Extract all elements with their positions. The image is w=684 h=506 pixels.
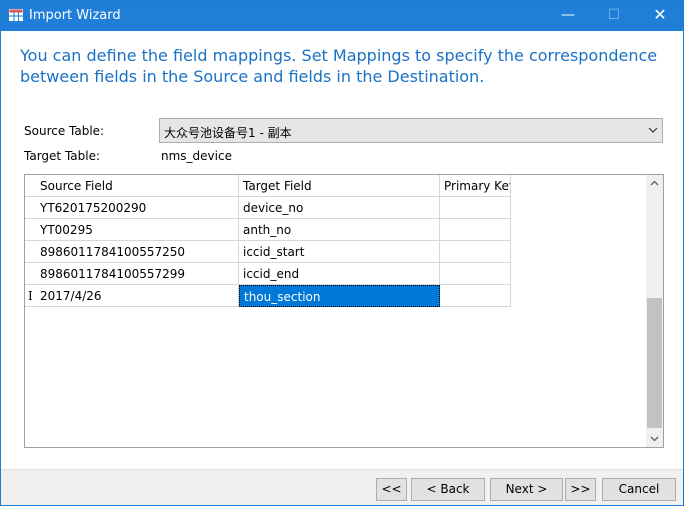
window-title: Import Wizard [29, 8, 121, 23]
source-field-cell[interactable]: 8986011784100557299 [36, 263, 239, 285]
target-field-cell[interactable]: device_no [239, 197, 440, 219]
source-table-value: 大众号池设备号1 - 副本 [164, 126, 292, 140]
table-row[interactable]: YT00295 anth_no [25, 219, 511, 241]
source-field-cell[interactable]: YT00295 [36, 219, 239, 241]
primary-key-cell[interactable] [440, 241, 511, 263]
table-row[interactable]: I 2017/4/26 thou_section [25, 285, 511, 307]
grid-header: Source Field Target Field Primary Key [25, 175, 647, 197]
target-field-cell[interactable]: anth_no [239, 219, 440, 241]
scroll-up-arrow-icon[interactable] [646, 175, 663, 192]
row-header-corner [25, 175, 36, 197]
vertical-scrollbar[interactable] [646, 175, 663, 447]
field-mapping-grid: Source Field Target Field Primary Key YT… [24, 174, 664, 448]
instructions-heading: You can define the field mappings. Set M… [20, 46, 658, 86]
source-field-cell[interactable]: 2017/4/26 [36, 285, 239, 307]
source-table-dropdown[interactable]: 大众号池设备号1 - 副本 [159, 118, 663, 143]
back-button[interactable]: < Back [411, 478, 485, 501]
table-row[interactable]: 8986011784100557250 iccid_start [25, 241, 511, 263]
column-header-target-field[interactable]: Target Field [239, 175, 440, 197]
row-indicator-cell [25, 263, 36, 285]
next-button[interactable]: Next > [490, 478, 563, 501]
table-row[interactable]: YT620175200290 device_no [25, 197, 511, 219]
column-header-primary-key[interactable]: Primary Key [440, 175, 511, 197]
cancel-button[interactable]: Cancel [602, 478, 676, 501]
target-field-cell-selected[interactable]: thou_section [239, 285, 440, 307]
source-field-cell[interactable]: YT620175200290 [36, 197, 239, 219]
column-header-source-field[interactable]: Source Field [36, 175, 239, 197]
row-indicator-cell: I [25, 285, 36, 307]
import-wizard-window: Import Wizard — ☐ ✕ You can define the f… [0, 0, 684, 506]
chevron-down-icon [648, 127, 658, 133]
button-bar: << < Back Next > >> Cancel [1, 469, 683, 505]
table-grid-icon [9, 9, 23, 21]
scroll-down-arrow-icon[interactable] [646, 430, 663, 447]
table-row[interactable]: 8986011784100557299 iccid_end [25, 263, 511, 285]
primary-key-cell[interactable] [440, 197, 511, 219]
row-indicator-cell [25, 197, 36, 219]
last-page-button[interactable]: >> [565, 478, 596, 501]
primary-key-cell[interactable] [440, 263, 511, 285]
target-table-label: Target Table: [24, 149, 101, 163]
close-button[interactable]: ✕ [637, 1, 683, 31]
source-table-label: Source Table: [24, 124, 105, 138]
row-indicator-cell [25, 241, 36, 263]
scrollbar-thumb[interactable] [647, 298, 662, 428]
target-field-cell[interactable]: iccid_start [239, 241, 440, 263]
primary-key-cell[interactable] [440, 219, 511, 241]
primary-key-cell[interactable] [440, 285, 511, 307]
title-bar[interactable]: Import Wizard — ☐ ✕ [1, 1, 683, 31]
target-field-cell[interactable]: iccid_end [239, 263, 440, 285]
current-row-indicator: I [28, 289, 33, 303]
minimize-button[interactable]: — [545, 1, 591, 31]
target-table-value: nms_device [161, 149, 232, 163]
row-indicator-cell [25, 219, 36, 241]
maximize-button[interactable]: ☐ [591, 1, 637, 31]
first-page-button[interactable]: << [376, 478, 407, 501]
source-field-cell[interactable]: 8986011784100557250 [36, 241, 239, 263]
